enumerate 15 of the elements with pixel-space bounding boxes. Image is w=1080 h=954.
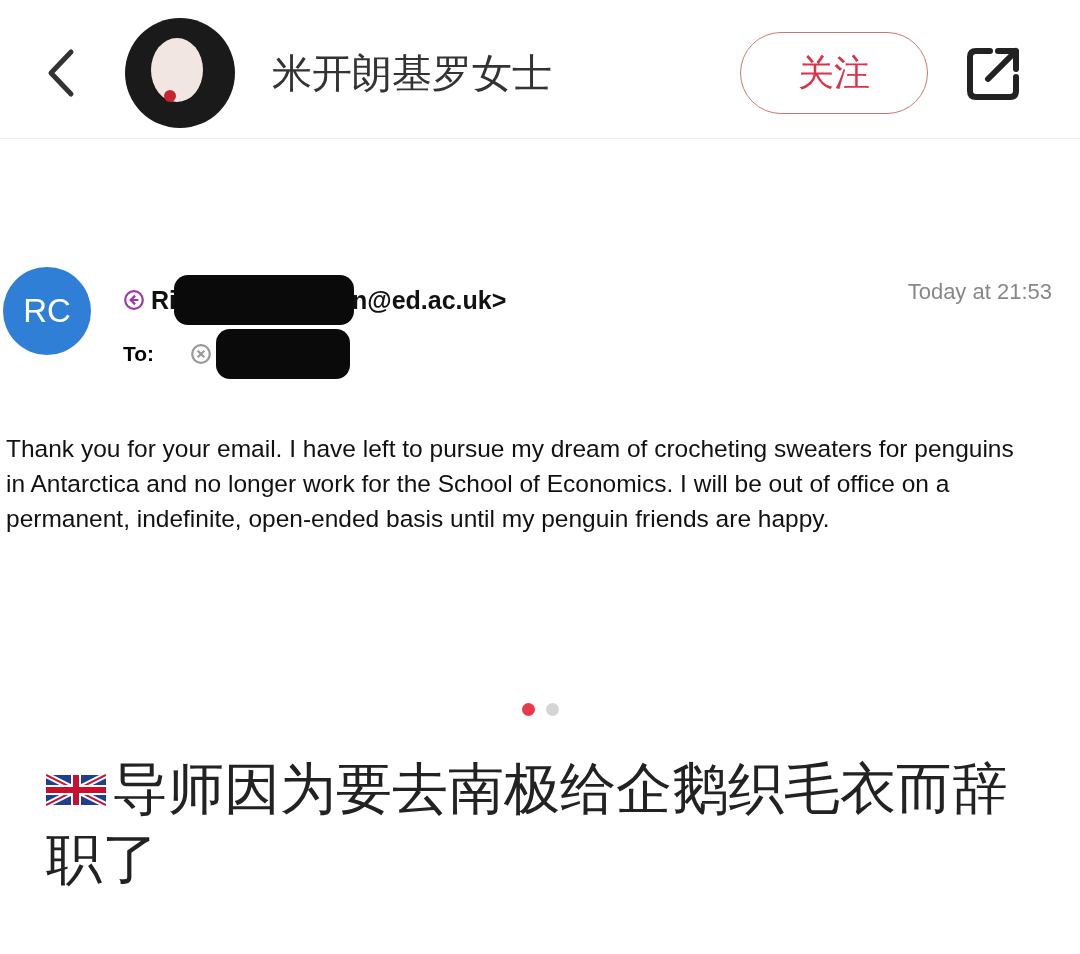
avatar-icon[interactable]: [125, 18, 235, 128]
carousel-dot[interactable]: [545, 703, 559, 716]
carousel-dot[interactable]: [521, 703, 535, 716]
author-name[interactable]: 米开朗基罗女士: [272, 45, 552, 101]
remove-icon: [190, 343, 213, 365]
follow-button[interactable]: 关注: [740, 32, 928, 114]
post-title: 导师因为要去南极给企鹅织毛衣而辞职了: [46, 755, 1009, 893]
email-time: Today at 21:53: [907, 279, 1052, 305]
sender-text: Ri: [151, 285, 176, 315]
email-body: Thank you for your email. I have left to pursue my dream of crocheting sweaters for penguins in Antarctica and no longer work for the School of Economics. I will be out of office on a permanent, indefinite, open-ended basis until my penguin friends are happy.: [6, 434, 1015, 534]
to-label: To:: [123, 342, 155, 366]
share-icon[interactable]: [966, 45, 1022, 101]
reply-icon: [123, 289, 145, 311]
sender-text: n@ed.ac.uk>: [352, 285, 507, 315]
sender-avatar: RC: [3, 267, 91, 355]
